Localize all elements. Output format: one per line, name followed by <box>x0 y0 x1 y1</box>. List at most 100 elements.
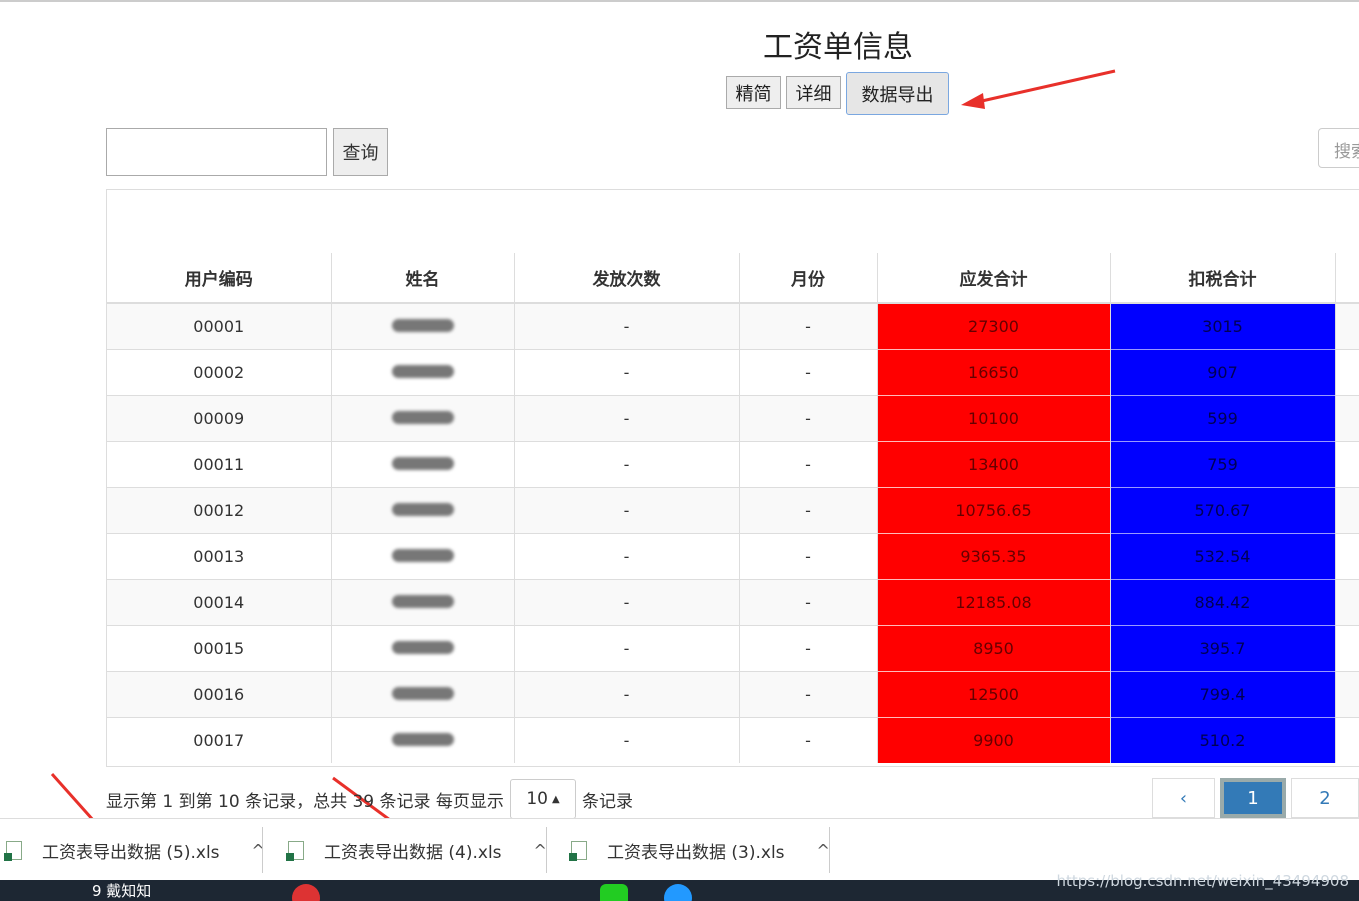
column-header-extra <box>1335 253 1359 304</box>
cell-name <box>331 487 515 534</box>
cell-name <box>331 533 515 580</box>
table-row[interactable]: 00017- -9900 510.2 <box>107 717 1359 763</box>
cell-name <box>331 302 515 350</box>
cell-extra <box>1335 579 1359 626</box>
cell-extra <box>1335 625 1359 672</box>
cell-month: - <box>739 579 878 626</box>
cell-name <box>331 441 515 488</box>
download-item[interactable]: 工资表导出数据 (4).xls ^ <box>286 819 547 881</box>
cell-count: - <box>514 533 740 580</box>
cell-gross-total: 9900 <box>877 717 1111 763</box>
excel-file-icon <box>569 840 587 861</box>
detail-view-button[interactable]: 详细 <box>786 76 841 109</box>
table-row[interactable]: 00014- -12185.08 884.42 <box>107 579 1359 626</box>
cell-gross-total: 10756.65 <box>877 487 1111 534</box>
cell-month: - <box>739 349 878 396</box>
cell-user-code: 00016 <box>107 671 332 718</box>
column-header-name[interactable]: 姓名 <box>331 253 515 304</box>
cell-extra <box>1335 533 1359 580</box>
table-row[interactable]: 00016- -12500 799.4 <box>107 671 1359 718</box>
cell-extra <box>1335 671 1359 718</box>
column-header-count[interactable]: 发放次数 <box>514 253 740 304</box>
page-size-select[interactable]: 10 ▲ <box>510 779 576 819</box>
cell-user-code: 00011 <box>107 441 332 488</box>
watermark: https://blog.csdn.net/weixin_43494908 <box>1056 872 1349 890</box>
query-button[interactable]: 查询 <box>333 128 388 176</box>
download-filename: 工资表导出数据 (3).xls <box>607 842 785 863</box>
table-row[interactable]: 00015- -8950 395.7 <box>107 625 1359 672</box>
caret-up-icon: ▲ <box>551 793 560 805</box>
cell-month: - <box>739 441 878 488</box>
simple-view-button[interactable]: 精简 <box>726 76 781 109</box>
column-header-month[interactable]: 月份 <box>739 253 878 304</box>
cell-count: - <box>514 487 740 534</box>
annotation-arrow-export <box>961 69 1116 109</box>
download-item[interactable]: 工资表导出数据 (3).xls ^ <box>569 819 830 881</box>
cell-tax-total: 884.42 <box>1110 579 1336 626</box>
cell-month: - <box>739 533 878 580</box>
cell-gross-total: 16650 <box>877 349 1111 396</box>
cell-tax-total: 907 <box>1110 349 1336 396</box>
page-title: 工资单信息 <box>763 30 913 65</box>
chat-app-icon[interactable] <box>600 884 628 901</box>
page-size-value: 10 <box>526 789 548 809</box>
table-row[interactable]: 00001- -27300 3015 <box>107 302 1359 350</box>
export-data-button[interactable]: 数据导出 <box>846 72 949 115</box>
page-button-1[interactable]: 1 <box>1220 778 1286 818</box>
browser-icon[interactable] <box>292 884 320 901</box>
redacted-name <box>391 503 454 516</box>
download-item[interactable]: 工资表导出数据 (5).xls ^ <box>4 819 265 881</box>
table-row[interactable]: 00011- -13400 759 <box>107 441 1359 488</box>
redacted-name <box>391 733 454 746</box>
download-filename: 工资表导出数据 (4).xls <box>324 842 502 863</box>
cell-user-code: 00017 <box>107 717 332 763</box>
redacted-name <box>391 549 454 562</box>
table-search-input[interactable]: 搜索 <box>1318 128 1359 168</box>
search-input[interactable] <box>106 128 327 176</box>
redacted-name <box>391 365 454 378</box>
redacted-name <box>391 595 454 608</box>
messenger-icon[interactable] <box>664 884 692 901</box>
cell-tax-total: 532.54 <box>1110 533 1336 580</box>
cell-extra <box>1335 349 1359 396</box>
download-filename: 工资表导出数据 (5).xls <box>42 842 220 863</box>
prev-page-button[interactable]: ‹ <box>1152 778 1215 818</box>
divider <box>262 827 263 873</box>
cell-count: - <box>514 395 740 442</box>
table-row[interactable]: 00012- -10756.65 570.67 <box>107 487 1359 534</box>
cell-tax-total: 759 <box>1110 441 1336 488</box>
cell-tax-total: 599 <box>1110 395 1336 442</box>
cell-extra <box>1335 302 1359 350</box>
cell-user-code: 00009 <box>107 395 332 442</box>
cell-tax-total: 570.67 <box>1110 487 1336 534</box>
cell-tax-total: 395.7 <box>1110 625 1336 672</box>
cell-count: - <box>514 441 740 488</box>
cell-extra <box>1335 395 1359 442</box>
table-row[interactable]: 00013- -9365.35 532.54 <box>107 533 1359 580</box>
chevron-up-icon[interactable]: ^ <box>817 841 830 860</box>
chevron-up-icon[interactable]: ^ <box>534 841 547 860</box>
column-header-tax-total[interactable]: 扣税合计 <box>1110 253 1336 304</box>
redacted-name <box>391 687 454 700</box>
cell-user-code: 00015 <box>107 625 332 672</box>
column-header-gross-total[interactable]: 应发合计 <box>877 253 1111 304</box>
cell-gross-total: 10100 <box>877 395 1111 442</box>
cell-tax-total: 510.2 <box>1110 717 1336 763</box>
pagination-summary: 显示第 1 到第 10 条记录，总共 39 条记录 每页显示 <box>106 792 504 812</box>
cell-gross-total: 13400 <box>877 441 1111 488</box>
table-row[interactable]: 00002- -16650 907 <box>107 349 1359 396</box>
cell-extra <box>1335 717 1359 763</box>
cell-name <box>331 717 515 763</box>
cell-user-code: 00014 <box>107 579 332 626</box>
divider <box>546 827 547 873</box>
cell-name <box>331 395 515 442</box>
table-row[interactable]: 00009- -10100 599 <box>107 395 1359 442</box>
pagination-suffix: 条记录 <box>582 792 633 812</box>
redacted-name <box>391 641 454 654</box>
cell-month: - <box>739 487 878 534</box>
page-button-2[interactable]: 2 <box>1291 778 1359 818</box>
cell-count: - <box>514 671 740 718</box>
column-header-user-code[interactable]: 用户编码 <box>107 253 332 304</box>
cell-gross-total: 8950 <box>877 625 1111 672</box>
cell-name <box>331 579 515 626</box>
